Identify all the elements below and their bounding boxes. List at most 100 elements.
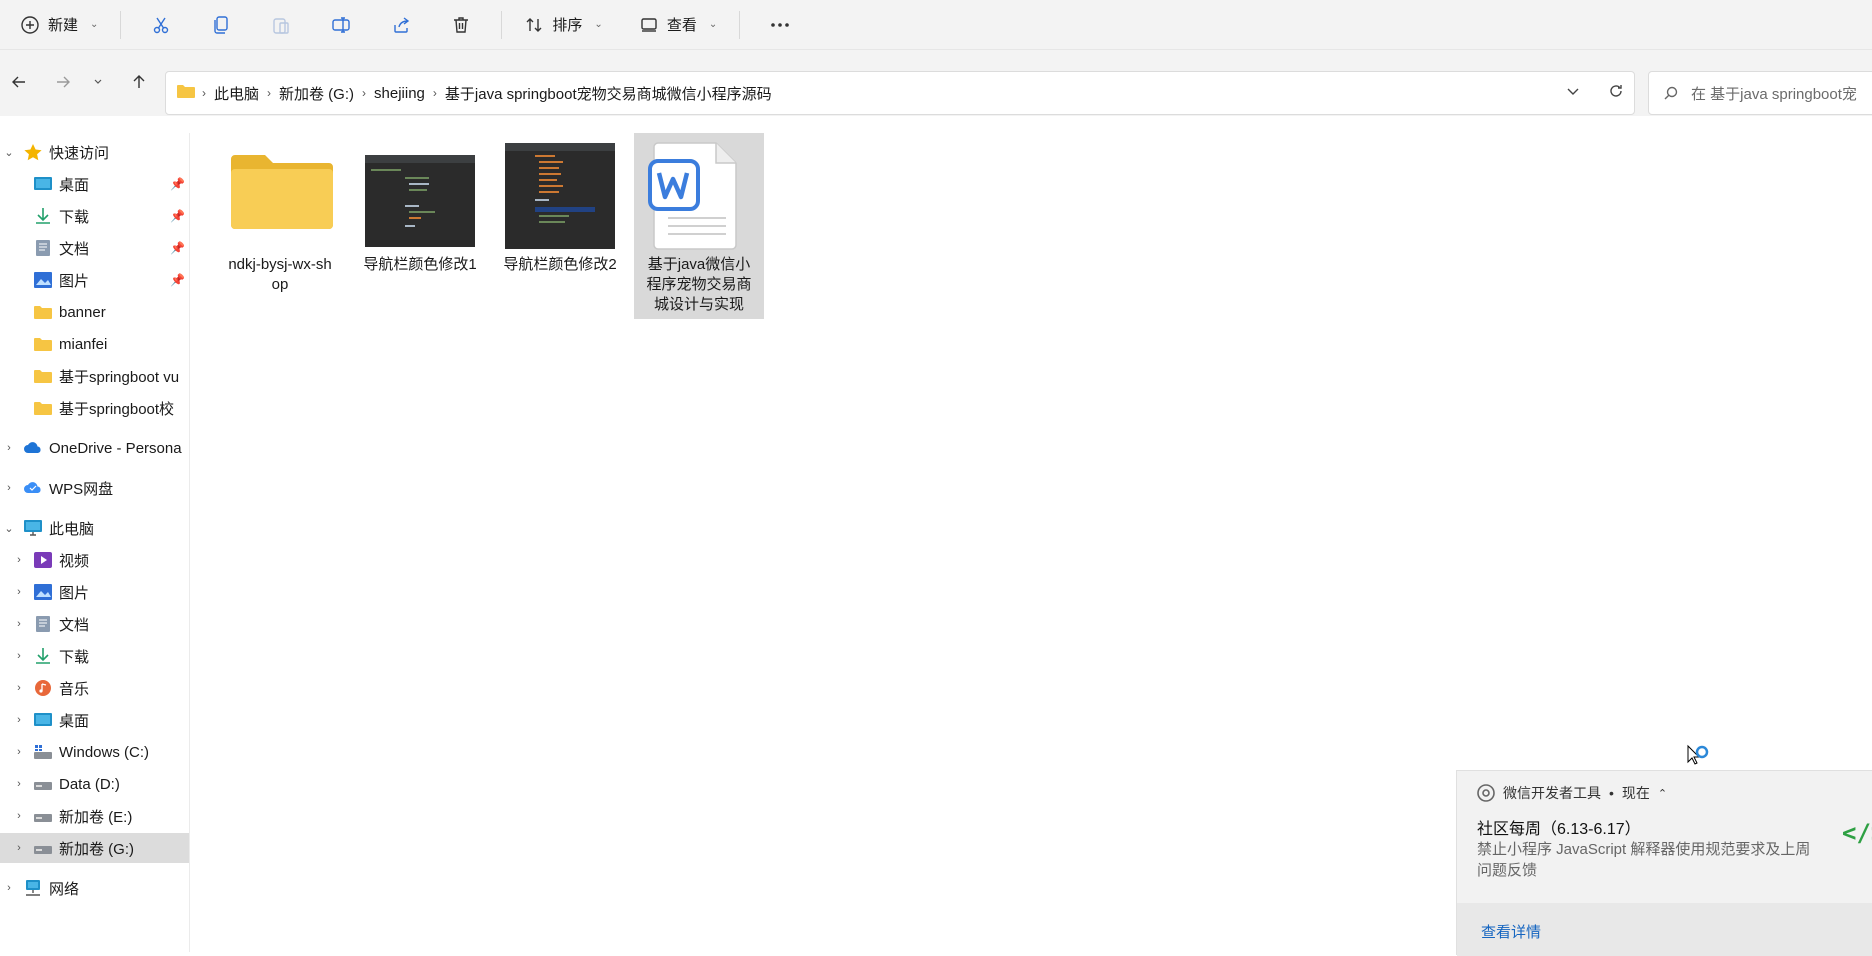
- view-details-link[interactable]: 查看详情: [1481, 921, 1541, 942]
- notification-toast[interactable]: 微信开发者工具 • 现在 ⌃ 社区每周（6.13-6.17） 禁止小程序 Jav…: [1456, 770, 1872, 955]
- chevron-right-icon[interactable]: ›: [12, 681, 26, 695]
- drive-icon: [33, 807, 53, 825]
- breadcrumb-drive-g[interactable]: 新加卷 (G:): [271, 83, 362, 104]
- chevron-right-icon[interactable]: ›: [12, 553, 26, 567]
- paste-button[interactable]: [251, 7, 311, 43]
- copy-button[interactable]: [191, 7, 251, 43]
- sidebar-item-pc-desktop[interactable]: › 桌面: [0, 705, 190, 735]
- address-bar[interactable]: › 此电脑 › 新加卷 (G:) › shejiing › 基于java spr…: [165, 71, 1635, 115]
- navigation-pane: ⌄ 快速访问 桌面 📌 下载 📌 文档 📌 图片 📌 banner mianfe…: [0, 133, 190, 952]
- file-item-image-2[interactable]: 导航栏颜色修改2: [495, 133, 625, 293]
- search-box[interactable]: 在 基于java springboot宠: [1648, 71, 1872, 115]
- sidebar-item-pc-documents[interactable]: › 文档: [0, 609, 190, 639]
- share-icon: [391, 15, 411, 35]
- sidebar-item-music[interactable]: › 音乐: [0, 673, 190, 703]
- chevron-down-icon: ⌄: [709, 19, 717, 30]
- refresh-button[interactable]: [1608, 83, 1624, 103]
- back-button[interactable]: [4, 67, 34, 97]
- sidebar-item-springboot-school[interactable]: 基于springboot校: [0, 393, 190, 423]
- chevron-right-icon[interactable]: ›: [12, 841, 26, 855]
- sidebar-item-quick-access[interactable]: ⌄ 快速访问: [0, 137, 190, 167]
- file-item-folder[interactable]: ndkj-bysj-wx-sh op: [215, 133, 345, 293]
- rename-icon: [331, 15, 351, 35]
- pin-icon: 📌: [170, 177, 185, 191]
- chevron-right-icon[interactable]: ›: [12, 777, 26, 791]
- sidebar-item-banner[interactable]: banner: [0, 297, 190, 327]
- sidebar-item-drive-c[interactable]: › Windows (C:): [0, 737, 190, 767]
- sort-button[interactable]: 排序 ⌄: [512, 7, 614, 43]
- file-item-image-1[interactable]: 导航栏颜色修改1: [355, 133, 485, 293]
- sidebar-item-springboot-vue[interactable]: 基于springboot vu: [0, 361, 190, 391]
- document-icon: [33, 239, 53, 257]
- chevron-up-icon[interactable]: ⌃: [1658, 787, 1667, 800]
- sidebar-item-videos[interactable]: › 视频: [0, 545, 190, 575]
- file-item-document[interactable]: 基于java微信小 程序宠物交易商 城设计与实现: [634, 133, 764, 319]
- paste-icon: [271, 15, 291, 35]
- sidebar-item-label: 视频: [59, 550, 89, 571]
- new-button[interactable]: 新建 ⌄: [8, 7, 110, 43]
- folder-icon: [33, 303, 53, 321]
- cut-button[interactable]: [131, 7, 191, 43]
- wps-cloud-icon: [23, 479, 43, 497]
- sidebar-item-drive-e[interactable]: › 新加卷 (E:): [0, 801, 190, 831]
- chevron-right-icon[interactable]: ›: [12, 585, 26, 599]
- share-button[interactable]: [371, 7, 431, 43]
- rename-button[interactable]: [311, 7, 371, 43]
- chevron-right-icon[interactable]: ›: [12, 649, 26, 663]
- network-icon: [23, 879, 43, 897]
- sidebar-item-documents[interactable]: 文档 📌: [0, 233, 190, 263]
- pin-icon: 📌: [170, 273, 185, 287]
- bullet-separator: •: [1609, 785, 1614, 801]
- notification-body: 禁止小程序 JavaScript 解释器使用规范要求及上周问题反馈: [1477, 839, 1817, 881]
- desktop-icon: [33, 175, 53, 193]
- up-button[interactable]: [124, 67, 154, 97]
- address-dropdown-button[interactable]: [1566, 84, 1580, 102]
- address-actions: [1566, 72, 1624, 114]
- chevron-right-icon[interactable]: ›: [12, 745, 26, 759]
- sidebar-item-downloads[interactable]: 下载 📌: [0, 201, 190, 231]
- chevron-right-icon[interactable]: ›: [2, 441, 16, 455]
- sidebar-item-drive-d[interactable]: › Data (D:): [0, 769, 190, 799]
- new-label: 新建: [48, 14, 78, 35]
- download-icon: [33, 207, 53, 225]
- chevron-down-icon[interactable]: ⌄: [2, 521, 16, 535]
- sidebar-item-drive-g[interactable]: › 新加卷 (G:): [0, 833, 190, 863]
- wps-document-icon: [648, 141, 740, 251]
- sort-label: 排序: [552, 14, 582, 35]
- sidebar-item-wps-drive[interactable]: › WPS网盘: [0, 473, 190, 503]
- sidebar-item-pc-downloads[interactable]: › 下载: [0, 641, 190, 671]
- chevron-right-icon[interactable]: ›: [2, 881, 16, 895]
- notification-time: 现在: [1622, 783, 1650, 803]
- file-name-line: 城设计与实现: [634, 295, 764, 315]
- delete-button[interactable]: [431, 7, 491, 43]
- chevron-right-icon[interactable]: ›: [12, 713, 26, 727]
- chevron-down-icon: ⌄: [90, 19, 98, 30]
- command-bar: 新建 ⌄ 排序 ⌄ 查看 ⌄: [0, 0, 1872, 50]
- folder-icon: [33, 399, 53, 417]
- chevron-right-icon[interactable]: ›: [2, 481, 16, 495]
- breadcrumb-current-folder[interactable]: 基于java springboot宠物交易商城微信小程序源码: [437, 83, 780, 104]
- sort-icon: [524, 15, 544, 35]
- forward-button[interactable]: [48, 67, 78, 97]
- breadcrumb-shejiing[interactable]: shejiing: [366, 85, 433, 102]
- breadcrumb-this-pc[interactable]: 此电脑: [206, 83, 267, 104]
- sidebar-item-network[interactable]: › 网络: [0, 873, 190, 903]
- forward-arrow-icon: [55, 74, 71, 90]
- sidebar-item-pictures[interactable]: 图片 📌: [0, 265, 190, 295]
- chevron-right-icon[interactable]: ›: [12, 809, 26, 823]
- sidebar-item-label: OneDrive - Persona: [49, 440, 182, 457]
- chevron-down-icon[interactable]: ⌄: [2, 145, 16, 159]
- sidebar-item-this-pc[interactable]: ⌄ 此电脑: [0, 513, 190, 543]
- sidebar-item-label: 此电脑: [49, 518, 94, 539]
- sidebar-item-label: 音乐: [59, 678, 89, 699]
- chevron-right-icon[interactable]: ›: [12, 617, 26, 631]
- sidebar-item-pc-pictures[interactable]: › 图片: [0, 577, 190, 607]
- sidebar-item-onedrive[interactable]: › OneDrive - Persona: [0, 433, 190, 463]
- view-button[interactable]: 查看 ⌄: [627, 7, 729, 43]
- recent-locations-button[interactable]: [88, 67, 108, 97]
- code-screenshot-thumbnail: [365, 155, 475, 247]
- sidebar-item-desktop[interactable]: 桌面 📌: [0, 169, 190, 199]
- sidebar-item-mianfei[interactable]: mianfei: [0, 329, 190, 359]
- sidebar-item-label: 下载: [59, 206, 89, 227]
- more-options-button[interactable]: [750, 7, 810, 43]
